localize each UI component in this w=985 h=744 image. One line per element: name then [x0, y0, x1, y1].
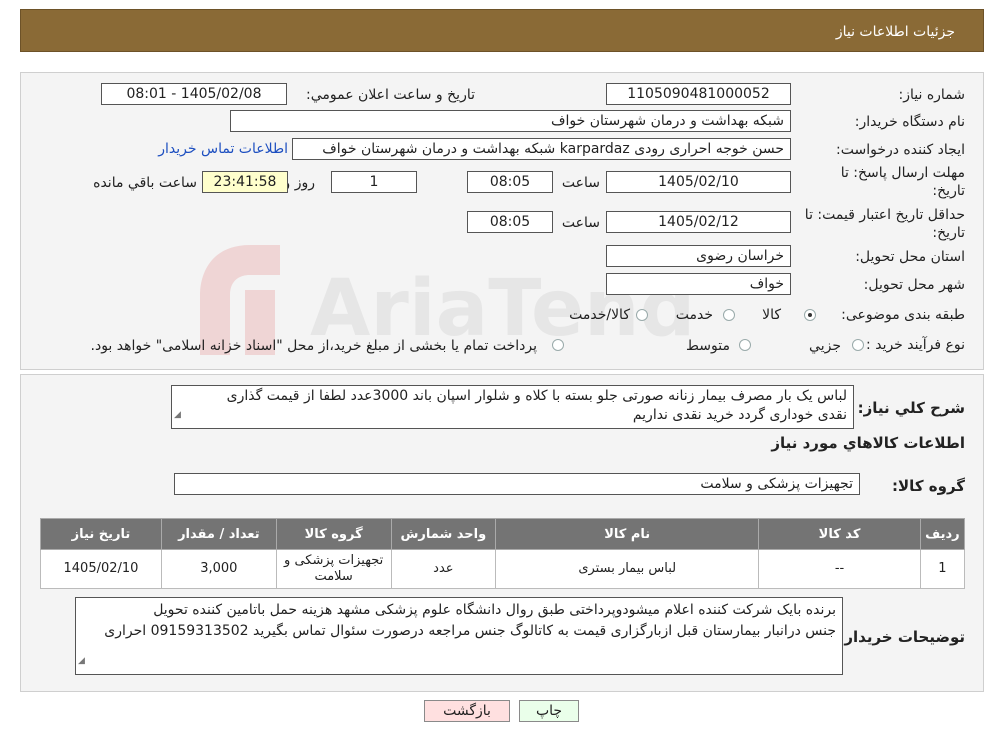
city-label: شهر محل تحويل: [863, 277, 965, 293]
cell-date: 1405/02/10 [40, 549, 162, 589]
col-header-group: گروه کالا [275, 518, 392, 550]
process-option-medium: متوسط [686, 338, 730, 354]
goods-group-field[interactable]: تجهیزات پزشکی و سلامت [174, 473, 860, 495]
buyer-contact-link[interactable]: اطلاعات تماس خريدار [158, 141, 288, 157]
buyer-notes-line-1: برنده بایک شرکت کننده اعلام میشودوپرداخت… [153, 602, 836, 618]
col-header-code: کد کالا [758, 518, 921, 550]
creator-field[interactable]: حسن خوجه احراری رودی karpardaz شبکه بهدا… [292, 138, 791, 160]
deadline-label-date: تاريخ: [932, 183, 965, 199]
print-button[interactable]: چاپ [519, 700, 579, 722]
back-button[interactable]: بازگشت [424, 700, 510, 722]
col-header-name: نام کالا [495, 518, 760, 550]
category-radio-goods-service[interactable] [636, 309, 648, 321]
description-line-1: لباس یک بار مصرف بیمار زنانه صورتی جلو ب… [226, 388, 847, 404]
category-radio-service[interactable] [723, 309, 735, 321]
col-header-date: تاريخ نياز [40, 518, 162, 550]
deadline-time-label: ساعت [561, 175, 600, 191]
buyer-org-label: نام دستگاه خريدار: [854, 114, 965, 130]
process-treasury-note: پرداخت تمام يا بخشی از مبلغ خريد،از محل … [90, 338, 537, 354]
cell-unit: عدد [390, 549, 497, 589]
buyer-notes-label: توضيحات خريدار: [838, 628, 965, 646]
process-checkbox-treasury[interactable] [552, 339, 564, 351]
deadline-date-field[interactable]: 1405/02/10 [606, 171, 791, 193]
col-header-unit: واحد شمارش [390, 518, 497, 550]
col-header-quantity: تعداد / مقدار [160, 518, 277, 550]
category-option-goods-service: کالا/خدمت [569, 307, 630, 323]
deadline-label: مهلت ارسال پاسخ: تا [840, 165, 965, 181]
announce-label: تاريخ و ساعت اعلان عمومي: [306, 87, 475, 103]
description-textarea[interactable]: لباس یک بار مصرف بیمار زنانه صورتی جلو ب… [171, 385, 854, 429]
province-field[interactable]: خراسان رضوی [606, 245, 791, 267]
cell-code: -- [758, 549, 921, 589]
goods-table: رديف کد کالا نام کالا واحد شمارش گروه کا… [40, 518, 966, 589]
need-number-field[interactable]: 1105090481000052 [606, 83, 791, 105]
process-radio-medium[interactable] [739, 339, 751, 351]
buyer-org-field[interactable]: شبکه بهداشت و درمان شهرستان خواف [230, 110, 791, 132]
goods-section-title: اطلاعات کالاهاي مورد نياز [771, 434, 965, 452]
deadline-time-field[interactable]: 08:05 [467, 171, 553, 193]
description-line-2: نقدی خوداری گردد خرید نقدی نداریم [632, 407, 847, 423]
category-radio-goods[interactable] [804, 309, 816, 321]
remaining-time-field: 23:41:58 [202, 171, 288, 193]
table-row: 1 -- لباس بیمار بستری عدد تجهیزات پزشکی … [40, 549, 966, 589]
cell-row-number: 1 [919, 549, 966, 589]
announce-field[interactable]: 1405/02/08 - 08:01 [101, 83, 287, 105]
description-label: شرح کلي نياز: [857, 399, 965, 417]
days-label: روز و [283, 175, 316, 191]
need-number-label: شماره نياز: [898, 87, 966, 103]
cell-quantity: 3,000 [160, 549, 277, 589]
days-remaining-field[interactable]: 1 [331, 171, 417, 193]
category-option-goods: کالا [762, 307, 781, 323]
buyer-notes-line-2: جنس درانبار بیمارستان قبل ازبارگزاری قیم… [104, 623, 836, 639]
goods-group-label: گروه کالا: [892, 477, 965, 495]
validity-time-field[interactable]: 08:05 [467, 211, 553, 233]
category-option-service: خدمت [675, 307, 713, 323]
process-label: نوع فرآيند خريد : [866, 337, 965, 353]
buyer-notes-textarea[interactable]: برنده بایک شرکت کننده اعلام میشودوپرداخت… [75, 597, 843, 675]
validity-date-field[interactable]: 1405/02/12 [606, 211, 791, 233]
creator-label: ايجاد کننده درخواست: [836, 142, 965, 158]
validity-label: حداقل تاريخ اعتبار قيمت: تا [804, 207, 965, 223]
col-header-row-number: رديف [919, 518, 966, 550]
resize-handle-icon[interactable]: ◢ [78, 651, 85, 672]
process-radio-minor[interactable] [852, 339, 864, 351]
validity-time-label: ساعت [561, 215, 600, 231]
process-option-minor: جزيي [809, 338, 841, 354]
province-label: استان محل تحويل: [855, 249, 965, 265]
category-label: طبقه بندی موضوعی: [841, 307, 965, 323]
page-title: جزئيات اطلاعات نياز [835, 24, 955, 40]
cell-group: تجهیزات پزشکی و سلامت [275, 549, 392, 589]
remaining-label: ساعت باقي مانده [93, 175, 197, 191]
city-field[interactable]: خواف [606, 273, 791, 295]
resize-handle-icon[interactable]: ◢ [174, 405, 181, 426]
validity-label-date: تاريخ: [932, 225, 965, 241]
cell-name: لباس بیمار بستری [495, 549, 760, 589]
